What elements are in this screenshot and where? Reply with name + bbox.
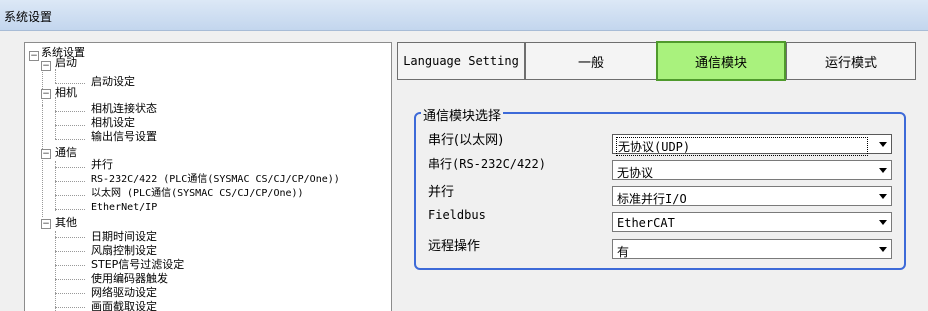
tree-item-network-drive[interactable]: 网络驱动设定 [91, 287, 157, 299]
select-serial-rs232[interactable]: 无协议 [612, 160, 892, 180]
label-parallel: 并行 [428, 185, 455, 200]
select-parallel[interactable]: 标准并行I/O [612, 186, 892, 206]
tab-general[interactable]: 一般 [525, 42, 657, 80]
tab-comm-module[interactable]: 通信模块 [656, 41, 786, 81]
window-title: 系统设置 [4, 10, 53, 24]
label-fieldbus: Fieldbus [428, 208, 486, 222]
window-titlebar: 系统设置 [0, 0, 928, 31]
tree-node-comm[interactable]: 通信 [55, 147, 77, 159]
tree-item-step-filter[interactable]: STEP信号过滤设定 [91, 259, 184, 271]
group-title: 通信模块选择 [421, 105, 504, 124]
settings-tree[interactable]: − 系统设置 − 启动 启动设定 − 相机 相机连接状态 相机设定 输出信号设置… [24, 42, 392, 311]
label-serial-ethernet: 串行(以太网) [428, 133, 504, 148]
tree-node-startup[interactable]: 启动 [55, 57, 77, 69]
select-value: 无协议(UDP) [616, 137, 868, 156]
tree-item-parallel[interactable]: 并行 [91, 159, 113, 171]
collapse-icon[interactable]: − [29, 51, 39, 61]
tab-run-mode[interactable]: 运行模式 [786, 42, 916, 80]
tree-item-output-signal[interactable]: 输出信号设置 [91, 131, 157, 143]
label-serial-rs232: 串行(RS-232C/422) [428, 157, 546, 171]
tab-language-setting[interactable]: Language Setting [397, 42, 525, 80]
tree-item-datetime[interactable]: 日期时间设定 [91, 231, 157, 243]
tree-item-ethernetip[interactable]: EtherNet/IP [91, 202, 157, 214]
dropdown-arrow-icon[interactable] [875, 213, 891, 231]
label-remote-operation: 远程操作 [428, 239, 481, 254]
select-value: 标准并行I/O [617, 192, 687, 206]
tree-item-fan[interactable]: 风扇控制设定 [91, 245, 157, 257]
tree-item-camera-settings[interactable]: 相机设定 [91, 117, 135, 129]
select-serial-ethernet[interactable]: 无协议(UDP) [612, 134, 892, 156]
collapse-icon[interactable]: − [41, 89, 51, 99]
tree-item-startup-settings[interactable]: 启动设定 [91, 76, 135, 88]
dropdown-arrow-icon[interactable] [875, 161, 891, 179]
tree-item-rs232[interactable]: RS-232C/422 (PLC通信(SYSMAC CS/CJ/CP/One)) [91, 174, 340, 186]
tree-item-camera-conn-status[interactable]: 相机连接状态 [91, 103, 157, 115]
select-value: EtherCAT [617, 216, 675, 230]
select-value: 无协议 [617, 166, 654, 180]
tree-node-other[interactable]: 其他 [55, 217, 77, 229]
collapse-icon[interactable]: − [41, 149, 51, 159]
select-remote-operation[interactable]: 有 [612, 239, 892, 259]
dropdown-arrow-icon[interactable] [875, 135, 891, 153]
tree-node-camera[interactable]: 相机 [55, 87, 77, 99]
tree-item-encoder[interactable]: 使用编码器触发 [91, 273, 168, 285]
dropdown-arrow-icon[interactable] [875, 240, 891, 258]
collapse-icon[interactable]: − [41, 219, 51, 229]
collapse-icon[interactable]: − [41, 61, 51, 71]
select-value: 有 [617, 245, 630, 259]
tree-item-ethernet[interactable]: 以太网 (PLC通信(SYSMAC CS/CJ/CP/One)) [91, 188, 304, 200]
dropdown-arrow-icon[interactable] [875, 187, 891, 205]
select-fieldbus[interactable]: EtherCAT [612, 212, 892, 232]
